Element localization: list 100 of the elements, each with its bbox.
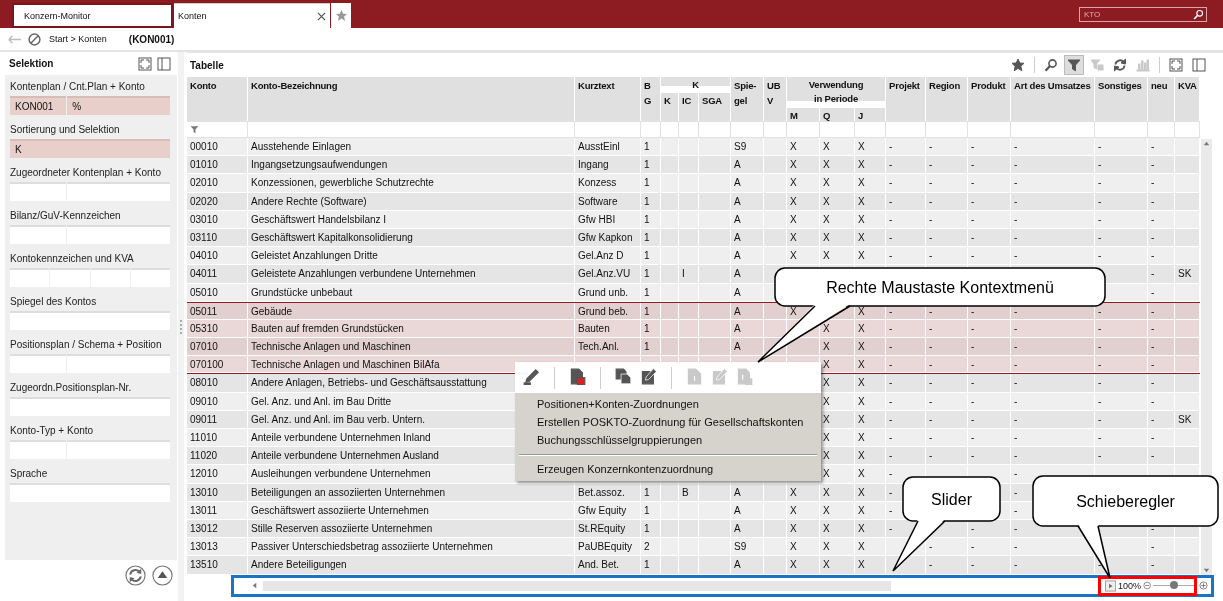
favorite-tab[interactable] — [331, 3, 351, 28]
table-row[interactable]: 04010 Geleistet Anzahlungen Dritte Gel.Anz D 1 A X X X - - - - - - — [187, 247, 1200, 266]
splitter-handle[interactable] — [180, 319, 182, 334]
scroll-up-icon[interactable] — [152, 565, 173, 586]
table-cell — [679, 174, 699, 193]
table-row[interactable]: 01010 Ingangsetzungsaufwendungen Ingang 1 A X X X - - - - - - — [187, 156, 1200, 175]
column-header: Kurztext — [575, 77, 641, 121]
column-header: neu — [1148, 77, 1175, 121]
filter-field[interactable] — [820, 121, 855, 138]
table-cell — [661, 556, 679, 575]
slider-thumb[interactable] — [1169, 581, 1178, 589]
input-field[interactable] — [10, 225, 67, 244]
input-field[interactable] — [10, 182, 67, 201]
breadcrumb[interactable]: Start > Konten — [49, 34, 107, 44]
filter-field[interactable] — [855, 121, 886, 138]
table-cell — [1175, 210, 1200, 229]
tab[interactable]: Konten — [174, 3, 330, 28]
zoom-in-icon[interactable] — [1199, 581, 1208, 590]
refresh-icon[interactable] — [125, 565, 146, 586]
filter-field[interactable] — [1011, 121, 1095, 138]
table-cell — [661, 210, 679, 229]
table-row[interactable]: 07010 Technische Anlagen und Maschinen Tech.Anl. 1 A X X - - - - - - — [187, 338, 1200, 357]
table-cell: 05011 — [187, 302, 248, 320]
scroll-right-icon[interactable] — [1105, 579, 1117, 592]
table-cell: Geschäftswert assoziierte Unternehmen — [248, 501, 575, 520]
table-cell: Bet.assoz. — [575, 483, 641, 502]
filter-field[interactable] — [661, 121, 679, 138]
table-cell: X — [855, 174, 886, 193]
table-cell — [1175, 192, 1200, 211]
scroll-up-icon[interactable] — [1202, 139, 1211, 148]
search-field[interactable]: KTO — [1079, 7, 1207, 22]
table-cell: - — [1148, 556, 1175, 575]
input-field[interactable] — [10, 311, 170, 330]
filter-field[interactable] — [575, 121, 641, 138]
search-icon[interactable] — [1193, 9, 1204, 20]
input-field[interactable] — [90, 268, 130, 287]
table-cell: X — [855, 356, 886, 374]
input-field[interactable] — [67, 182, 170, 201]
table-cell — [764, 210, 787, 229]
filter-field[interactable] — [1175, 121, 1200, 138]
expand-icon[interactable] — [138, 56, 152, 71]
table-cell: Konzessionen, gewerbliche Schutzrechte — [248, 174, 575, 193]
pencil-icon[interactable] — [523, 368, 540, 385]
column-header: K — [661, 77, 731, 86]
filter-field[interactable] — [968, 121, 1011, 138]
filter-field[interactable] — [679, 121, 699, 138]
table-cell — [661, 483, 679, 502]
input-field[interactable]: K — [10, 139, 170, 158]
column-header: Q — [820, 108, 855, 121]
input-field[interactable]: % — [67, 96, 170, 115]
filter-field[interactable] — [699, 121, 731, 138]
copy-icon[interactable] — [615, 368, 632, 385]
tab[interactable]: Konzern-Monitor — [12, 3, 173, 28]
table-cell — [1175, 174, 1200, 193]
panel-icon[interactable] — [157, 56, 171, 71]
filter-field[interactable] — [764, 121, 787, 138]
scroll-left-icon[interactable] — [250, 581, 259, 590]
cancel-icon[interactable] — [28, 32, 41, 46]
table-cell: X — [855, 483, 886, 502]
column-header: UB V — [764, 77, 787, 121]
filter-field[interactable] — [731, 121, 764, 138]
field-label: Konto-Typ + Konto — [10, 424, 95, 438]
filter-field[interactable] — [248, 121, 575, 138]
table-row[interactable]: 13510 Andere Beteiligungen And. Bet. 1 A X X X - - - - - — [187, 556, 1200, 575]
table-row[interactable]: 13013 Passiver Unterschiedsbetrag assoziierte Unternehmen PaUBEquity 2 S9 X X X - - - - — [187, 538, 1200, 557]
table-cell: - — [1148, 302, 1175, 320]
input-field[interactable] — [67, 440, 170, 459]
document-edit-icon[interactable] — [640, 368, 657, 385]
filter-field[interactable] — [886, 121, 926, 138]
scroll-thumb[interactable] — [263, 580, 891, 591]
filter-field[interactable] — [187, 121, 248, 138]
filter-field[interactable] — [926, 121, 968, 138]
column-header: Sonstiges — [1095, 77, 1148, 121]
table-row[interactable]: 02010 Konzessionen, gewerbliche Schutzrechte Konzess 1 A X X X - - - - - - — [187, 174, 1200, 193]
filter-field[interactable] — [1148, 121, 1175, 138]
zoom-out-icon[interactable] — [1143, 581, 1152, 590]
input-field[interactable] — [130, 268, 170, 287]
input-field[interactable] — [50, 268, 90, 287]
document-delete-icon[interactable] — [569, 368, 586, 385]
table-cell: I — [679, 265, 699, 284]
table-cell: A — [731, 265, 764, 284]
filter-field[interactable] — [787, 121, 820, 138]
input-field[interactable] — [67, 225, 170, 244]
input-field[interactable] — [10, 483, 170, 502]
filter-field[interactable] — [1095, 121, 1148, 138]
input-field[interactable]: KON001 — [10, 96, 67, 115]
input-field[interactable] — [10, 268, 50, 287]
back-arrow-icon[interactable] — [8, 34, 22, 44]
input-field[interactable] — [10, 397, 170, 416]
close-icon[interactable] — [317, 11, 326, 21]
table-cell: - — [968, 356, 1011, 374]
input-field[interactable] — [67, 354, 170, 373]
input-field[interactable] — [10, 440, 67, 459]
input-field[interactable] — [10, 354, 67, 373]
filter-field[interactable] — [641, 121, 661, 138]
table-row[interactable]: 00010 Ausstehende Einlagen AusstEinl 1 S9 X X X - - - - - - — [187, 138, 1200, 157]
table-cell — [661, 174, 679, 193]
table-cell: Grund beb. — [575, 302, 641, 320]
table-cell — [764, 483, 787, 502]
table-cell: X — [787, 210, 820, 229]
